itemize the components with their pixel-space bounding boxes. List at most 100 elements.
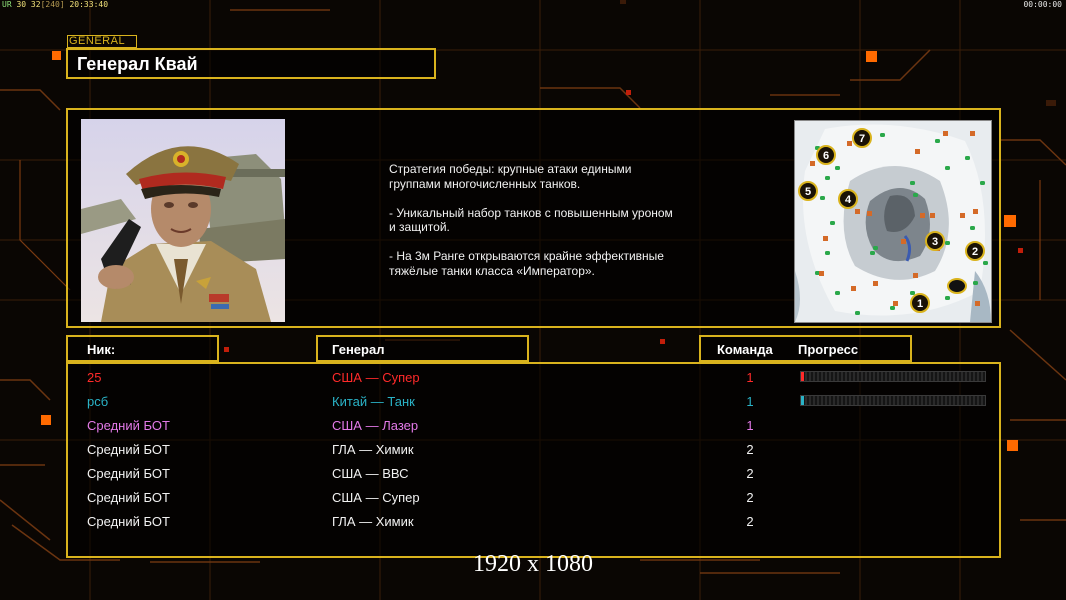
player-team: 1: [746, 394, 754, 409]
player-row: 25 США — Супер 1: [68, 367, 999, 391]
player-progress-bar: [800, 371, 986, 382]
minimap-building: [960, 213, 965, 218]
minimap-supply-spot: [973, 281, 978, 285]
minimap-supply-spot: [873, 246, 878, 250]
resolution-label: 1920 x 1080: [473, 551, 593, 577]
player-nick: Средний БОТ: [87, 466, 170, 481]
progress-header-label: Прогресс: [798, 342, 859, 357]
general-column-header: Генерал: [316, 335, 529, 362]
player-row: рсб Китай — Танк 1: [68, 391, 999, 415]
player-nick: Средний БОТ: [87, 514, 170, 529]
minimap-supply-spot: [855, 311, 860, 315]
minimap-building: [975, 301, 980, 306]
minimap-building: [867, 211, 872, 216]
player-team: 2: [746, 466, 754, 481]
minimap-building: [970, 131, 975, 136]
minimap-building: [819, 271, 824, 276]
minimap-supply-spot: [825, 176, 830, 180]
minimap-supply-spot: [935, 139, 940, 143]
general-portrait: [81, 119, 285, 322]
minimap-supply-spot: [825, 251, 830, 255]
minimap-building: [915, 149, 920, 154]
start-position-label: 6: [823, 150, 829, 162]
player-progress-bar: [800, 395, 986, 406]
player-general: Китай — Танк: [332, 394, 415, 409]
player-nick: рсб: [87, 394, 109, 409]
general-name: Генерал Квай: [77, 54, 198, 74]
minimap-building: [851, 286, 856, 291]
player-progress-fill: [801, 396, 804, 405]
player-general: США — Супер: [332, 370, 420, 385]
nick-column-header: Ник:: [66, 335, 219, 362]
player-row: Средний БОТ США — Лазер 1: [68, 415, 999, 439]
player-nick: 25: [87, 370, 102, 385]
fps-counter: UR 30 32[240] 20:33:40: [2, 0, 108, 9]
minimap-supply-spot: [945, 241, 950, 245]
general-description: Стратегия победы: крупные атаки едиными …: [389, 162, 673, 278]
minimap-building: [855, 209, 860, 214]
player-nick: Средний БОТ: [87, 490, 170, 505]
minimap-building: [893, 301, 898, 306]
player-row: Средний БОТ ГЛА — Химик 2: [68, 511, 999, 535]
hud-fps-bracket: [240]: [40, 0, 65, 9]
minimap-building: [920, 213, 925, 218]
player-general: США — Лазер: [332, 418, 419, 433]
minimap-building: [873, 281, 878, 286]
player-row: Средний БОТ США — Супер 2: [68, 487, 999, 511]
minimap-supply-spot: [970, 226, 975, 230]
player-team: 2: [746, 514, 754, 529]
minimap-supply-spot: [820, 196, 825, 200]
player-general: США — Супер: [332, 490, 420, 505]
team-header-label: Команда: [717, 342, 773, 357]
start-position-label: 1: [917, 298, 923, 310]
minimap-supply-spot: [945, 296, 950, 300]
minimap-supply-spot: [945, 166, 950, 170]
start-position-label: 3: [932, 236, 938, 248]
player-general: ГЛА — Химик: [332, 514, 414, 529]
hud-clock: 20:33:40: [69, 0, 109, 9]
minimap-supply-spot: [913, 193, 918, 197]
minimap-building: [823, 236, 828, 241]
start-position-marker: 6: [816, 145, 836, 165]
start-position-marker: 7: [852, 128, 872, 148]
player-team: 2: [746, 442, 754, 457]
minimap-supply-spot: [910, 291, 915, 295]
minimap-building: [913, 273, 918, 278]
hud-fps-values: 30 32: [16, 0, 41, 9]
player-general: ГЛА — Химик: [332, 442, 414, 457]
player-team: 2: [746, 490, 754, 505]
start-position-label: 7: [859, 133, 865, 145]
minimap-building: [901, 239, 906, 244]
player-team: 1: [746, 370, 754, 385]
minimap-building: [847, 141, 852, 146]
minimap-supply-spot: [983, 261, 988, 265]
minimap-supply-spot: [870, 251, 875, 255]
minimap-supply-spot: [965, 156, 970, 160]
game-timer: 00:00:00: [1023, 0, 1062, 9]
minimap-building: [810, 161, 815, 166]
player-team: 1: [746, 418, 754, 433]
minimap-supply-spot: [835, 166, 840, 170]
general-info-panel: Стратегия победы: крупные атаки едиными …: [66, 108, 1001, 328]
general-header-label: Генерал: [332, 342, 385, 357]
start-position-marker: 3: [925, 231, 945, 251]
minimap-supply-spot: [910, 181, 915, 185]
minimap-building: [930, 213, 935, 218]
minimap-supply-spot: [980, 181, 985, 185]
minimap-supply-spot: [835, 291, 840, 295]
minimap-empty-slot: [947, 278, 967, 294]
player-nick: Средний БОТ: [87, 418, 170, 433]
minimap-building: [943, 131, 948, 136]
minimap-supply-spot: [880, 133, 885, 137]
start-position-marker: 4: [838, 189, 858, 209]
start-position-label: 2: [972, 246, 978, 258]
player-row: Средний БОТ ГЛА — Химик 2: [68, 439, 999, 463]
start-position-marker: 2: [965, 241, 985, 261]
general-title-box: Генерал Квай: [66, 48, 436, 79]
map-preview: 1 2 3 4 5 6 7: [794, 120, 992, 323]
start-position-label: 5: [805, 186, 811, 198]
start-position-label: 4: [845, 194, 852, 206]
minimap-supply-spot: [830, 221, 835, 225]
start-position-marker: 1: [910, 293, 930, 313]
player-list: 25 США — Супер 1 рсб Китай — Танк 1 Сред…: [66, 362, 1001, 558]
